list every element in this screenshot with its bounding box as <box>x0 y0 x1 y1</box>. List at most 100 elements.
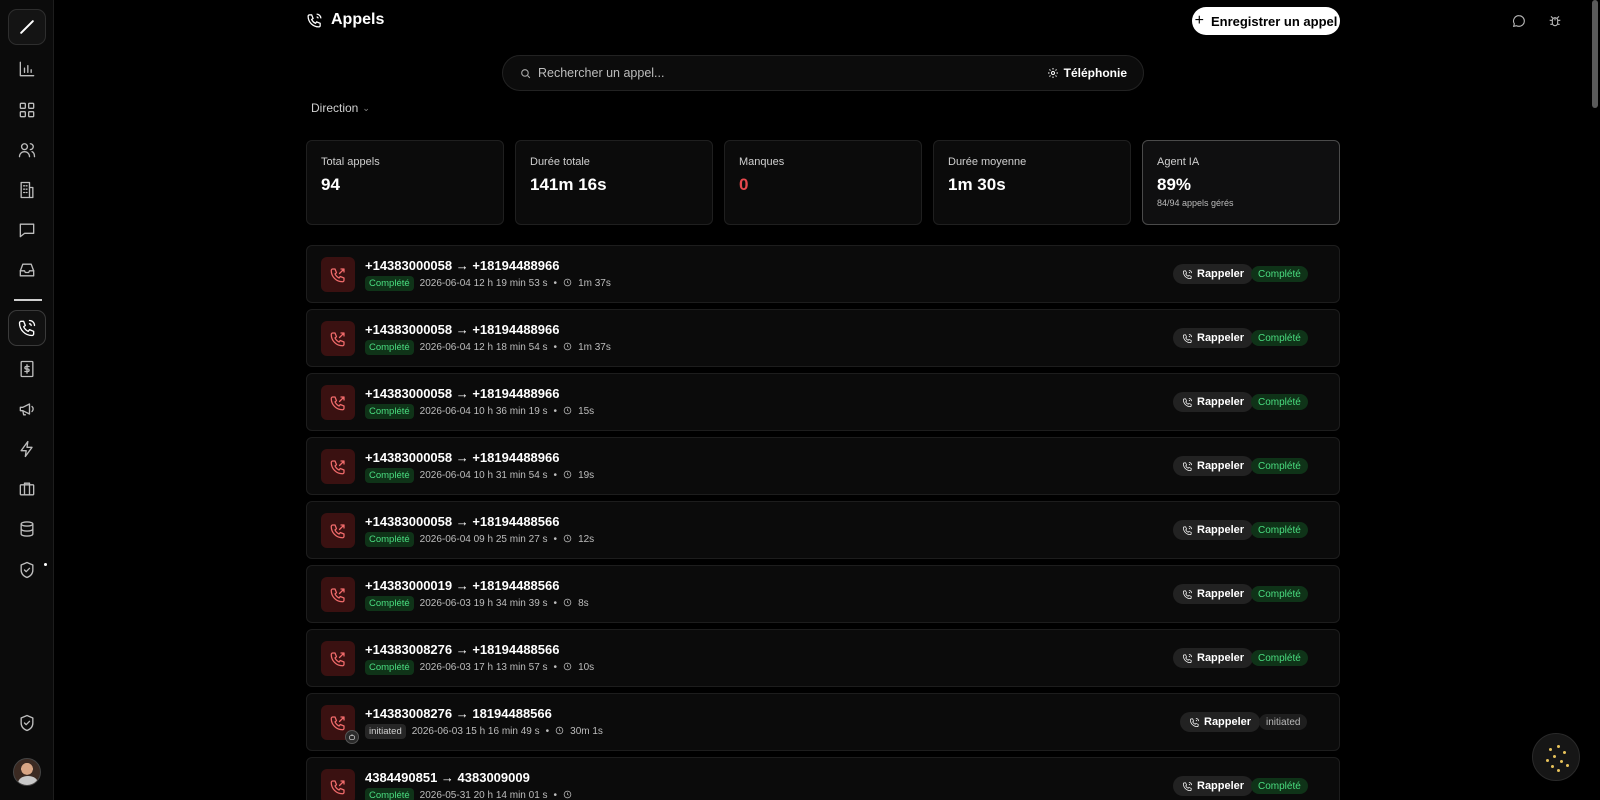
phone-icon[interactable] <box>8 310 46 346</box>
chart-icon[interactable] <box>8 51 46 87</box>
direction-label: Direction <box>311 101 359 115</box>
invoice-icon[interactable] <box>8 351 46 387</box>
assistant-orb[interactable] <box>1532 733 1580 781</box>
message-icon[interactable] <box>8 212 46 248</box>
call-meta: Complété 2026-06-04 12 h 19 min 53 s • 1m 3… <box>365 276 611 291</box>
avatar[interactable] <box>13 758 41 786</box>
sidebar <box>0 0 54 800</box>
phone-icon <box>1183 461 1192 471</box>
clock-icon <box>563 470 572 481</box>
bullet: • <box>553 790 558 800</box>
status-badge: Complété <box>1251 650 1308 666</box>
shield-icon[interactable] <box>8 705 46 741</box>
call-number: +14383000058 → +18194488566 <box>365 514 560 529</box>
call-date: 2026-06-04 12 h 18 min 54 s <box>419 342 548 353</box>
scrollbar[interactable] <box>1592 0 1598 108</box>
bug-icon[interactable] <box>1541 8 1569 34</box>
status-badge: Complété <box>1251 266 1308 282</box>
stat-label: Durée totale <box>530 156 590 168</box>
callback-button[interactable]: Rappeler <box>1173 648 1254 668</box>
stat-label: Total appels <box>321 156 380 168</box>
call-row[interactable]: +14383008276 → 18194488566 initiated 2026-… <box>306 693 1340 751</box>
stat-card-ai-agent[interactable]: Agent IA 89% 84/94 appels gérés <box>1142 140 1340 225</box>
call-number: +14383008276 → 18194488566 <box>365 706 552 721</box>
callback-button[interactable]: Rappeler <box>1173 328 1254 348</box>
callback-button[interactable]: Rappeler <box>1180 712 1261 732</box>
phone-icon <box>1183 397 1192 407</box>
call-meta: Complété 2026-06-04 10 h 31 min 54 s • 19s <box>365 468 594 483</box>
callback-label: Rappeler <box>1197 652 1245 664</box>
call-badge: Complété <box>365 660 414 675</box>
call-row[interactable]: +14383000019 → +18194488566 Complété 2026-… <box>306 565 1340 623</box>
call-row[interactable]: 4384490851 → 4383009009 Complété 2026-05-3… <box>306 757 1340 800</box>
clock-icon <box>563 278 572 289</box>
sidebar-divider <box>14 299 42 301</box>
call-row[interactable]: +14383000058 → +18194488566 Complété 2026-… <box>306 501 1340 559</box>
bullet: • <box>553 470 558 481</box>
bullet: • <box>553 342 558 353</box>
callback-label: Rappeler <box>1197 268 1245 280</box>
outgoing-call-icon <box>321 769 355 800</box>
call-number: +14383000058 → +18194488966 <box>365 322 560 337</box>
shield-check-icon[interactable] <box>8 552 46 588</box>
phone-icon <box>1183 589 1192 599</box>
call-badge: Complété <box>365 532 414 547</box>
telephony-settings-button[interactable]: Téléphonie <box>1047 66 1127 80</box>
bullet: • <box>553 534 558 545</box>
grid-icon[interactable] <box>8 92 46 128</box>
inbox-icon[interactable] <box>8 252 46 288</box>
call-badge: Complété <box>365 404 414 419</box>
direction-filter[interactable]: Direction ⌄ <box>311 101 370 115</box>
building-icon[interactable] <box>8 172 46 208</box>
call-row[interactable]: +14383000058 → +18194488966 Complété 2026-… <box>306 245 1340 303</box>
record-call-button[interactable]: + Enregistrer un appel <box>1192 7 1340 35</box>
callback-label: Rappeler <box>1197 460 1245 472</box>
logo-icon[interactable] <box>8 9 46 45</box>
bullet: • <box>553 406 558 417</box>
call-meta: Complété 2026-06-03 17 h 13 min 57 s • 10s <box>365 660 594 675</box>
call-row[interactable]: +14383000058 → +18194488966 Complété 2026-… <box>306 373 1340 431</box>
call-row[interactable]: +14383008276 → +18194488566 Complété 2026-… <box>306 629 1340 687</box>
megaphone-icon[interactable] <box>8 391 46 427</box>
callback-button[interactable]: Rappeler <box>1173 264 1254 284</box>
users-icon[interactable] <box>8 132 46 168</box>
zap-icon[interactable] <box>8 431 46 467</box>
record-call-label: Enregistrer un appel <box>1210 13 1338 29</box>
briefcase-icon[interactable] <box>8 471 46 507</box>
stat-value: 89% <box>1157 175 1192 194</box>
phone-icon <box>1183 525 1192 535</box>
stat-card-missed: Manques 0 <box>724 140 922 225</box>
outgoing-call-icon <box>321 513 355 548</box>
callback-label: Rappeler <box>1197 396 1245 408</box>
status-badge: Complété <box>1251 586 1308 602</box>
bullet: • <box>553 662 558 673</box>
callback-button[interactable]: Rappeler <box>1173 520 1254 540</box>
callback-button[interactable]: Rappeler <box>1173 392 1254 412</box>
stat-label: Durée moyenne <box>948 156 1027 168</box>
stat-card-avg-duration: Durée moyenne 1m 30s <box>933 140 1131 225</box>
gear-icon <box>1047 68 1058 78</box>
call-duration: 1m 37s <box>578 342 611 353</box>
call-date: 2026-06-03 19 h 34 min 39 s <box>419 598 548 609</box>
phone-icon <box>1183 333 1192 343</box>
call-row[interactable]: +14383000058 → +18194488966 Complété 2026-… <box>306 437 1340 495</box>
call-number: +14383000058 → +18194488966 <box>365 450 560 465</box>
database-icon[interactable] <box>8 511 46 547</box>
call-row[interactable]: +14383000058 → +18194488966 Complété 2026-… <box>306 309 1340 367</box>
callback-button[interactable]: Rappeler <box>1173 584 1254 604</box>
callback-button[interactable]: Rappeler <box>1173 456 1254 476</box>
search-input[interactable] <box>538 66 1047 80</box>
call-number: 4384490851 → 4383009009 <box>365 770 530 785</box>
chat-bubble-icon[interactable] <box>1505 8 1533 34</box>
status-badge: Complété <box>1251 778 1308 794</box>
stat-label: Agent IA <box>1157 156 1200 168</box>
callback-button[interactable]: Rappeler <box>1173 776 1254 796</box>
clock-icon <box>563 342 572 353</box>
call-badge: Complété <box>365 340 414 355</box>
search-icon <box>521 68 531 78</box>
call-duration: 15s <box>578 406 595 417</box>
app-root: Appels + Enregistrer un appel Téléphonie… <box>0 0 1600 800</box>
bullet: • <box>553 278 558 289</box>
stat-value: 0 <box>739 175 749 194</box>
clock-icon <box>563 598 572 609</box>
